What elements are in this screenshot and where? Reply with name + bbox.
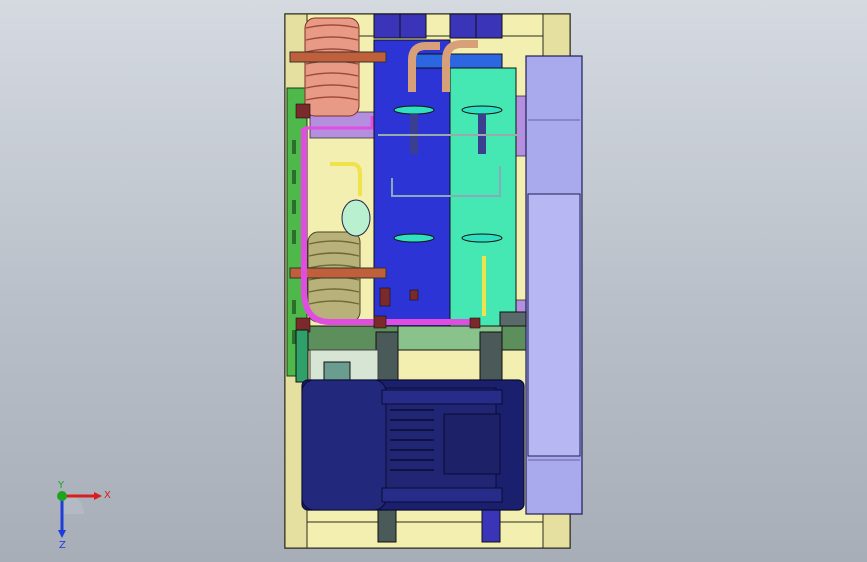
motor-terminal-box bbox=[443, 413, 501, 475]
z-axis-arrowhead bbox=[58, 530, 66, 538]
pump-riser bbox=[295, 329, 309, 383]
bowl-fitting bbox=[393, 233, 435, 243]
x-axis-label: X bbox=[104, 490, 111, 501]
y-axis-dot bbox=[57, 491, 67, 501]
blue-crossbar bbox=[409, 53, 503, 69]
coordinate-triad: X Y Z bbox=[57, 480, 111, 548]
bowl-fitting bbox=[393, 105, 435, 115]
sensor-block bbox=[499, 311, 527, 327]
condenser-coil bbox=[304, 17, 360, 117]
bowl-fitting bbox=[461, 233, 503, 243]
bowl-fitting bbox=[461, 105, 503, 115]
rail-slot bbox=[292, 230, 296, 244]
blue-top-block-1 bbox=[373, 13, 401, 39]
rail-slot bbox=[292, 200, 296, 214]
x-axis-arrowhead bbox=[94, 492, 102, 500]
motor-endcap bbox=[301, 379, 387, 511]
motor-mount-post bbox=[375, 331, 399, 383]
fan-shroud bbox=[527, 193, 581, 457]
rail-slot bbox=[292, 140, 296, 154]
cad-3d-viewport[interactable]: X Y Z bbox=[0, 0, 867, 562]
blue-top-block-4 bbox=[475, 13, 503, 39]
blue-top-block-2 bbox=[399, 13, 427, 39]
blue-top-block-3 bbox=[449, 13, 477, 39]
z-axis-label: Z bbox=[59, 540, 66, 548]
motor-mount-post bbox=[481, 505, 501, 543]
y-axis-label: Y bbox=[57, 480, 65, 491]
rail-slot bbox=[292, 300, 296, 314]
motor-mount-post bbox=[377, 505, 397, 543]
frame-bottom-bar bbox=[306, 521, 544, 549]
motor-flange bbox=[381, 389, 503, 405]
rail-slot bbox=[292, 170, 296, 184]
rail-slot bbox=[292, 330, 296, 344]
filter-drier bbox=[341, 199, 371, 237]
chiller-unit-model[interactable] bbox=[0, 0, 867, 562]
motor-mount-post bbox=[479, 331, 503, 383]
motor-flange bbox=[381, 487, 503, 503]
coil-bracket bbox=[289, 51, 387, 63]
